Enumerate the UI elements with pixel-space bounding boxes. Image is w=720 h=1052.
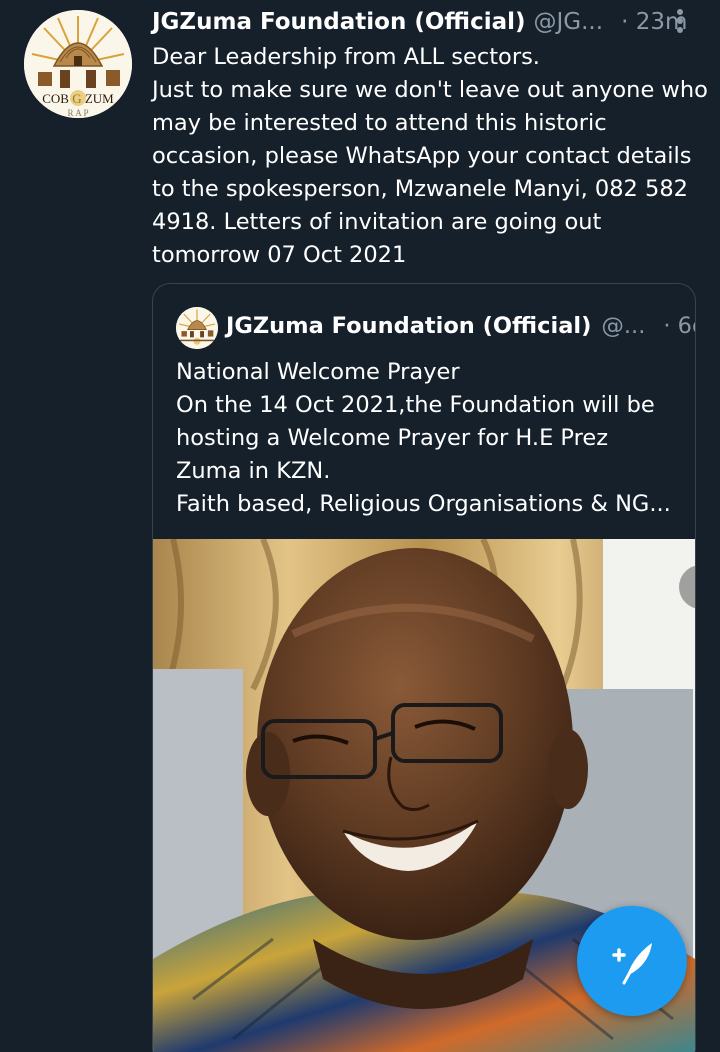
jgzuma-foundation-logo-icon: COB G ZUM R A P bbox=[24, 10, 132, 118]
quoted-tweet-header: JGZuma Foundation (Official) @... · 6d bbox=[226, 308, 695, 344]
tweet-text-line: occasion, please WhatsApp your contact d… bbox=[152, 143, 692, 169]
compose-tweet-button[interactable] bbox=[577, 906, 687, 1016]
tweet-text-line: tomorrow 07 Oct 2021 bbox=[152, 242, 407, 268]
quoted-text-line: Faith based, Religious Organisations & N… bbox=[176, 491, 671, 517]
author-name[interactable]: JGZuma Foundation (Official) bbox=[152, 9, 526, 35]
more-options-icon[interactable] bbox=[668, 6, 692, 38]
quoted-text-line: hosting a Welcome Prayer for H.E Prez bbox=[176, 425, 609, 451]
jgzuma-foundation-logo-icon bbox=[176, 307, 218, 349]
svg-text:R A P: R A P bbox=[67, 108, 88, 118]
quoted-text-line: Zuma in KZN. bbox=[176, 458, 331, 484]
tweet-text-line: may be interested to attend this histori… bbox=[152, 110, 607, 136]
quoted-tweet-text: National Welcome Prayer On the 14 Oct 20… bbox=[176, 356, 676, 521]
quoted-author-handle[interactable]: @... bbox=[601, 313, 645, 339]
timeline: COB G ZUM R A P JGZuma Foundation (Offic… bbox=[0, 0, 720, 1052]
tweet-text-line: to the spokesperson, Mzwanele Manyi, 082… bbox=[152, 176, 688, 202]
time-label: 6d bbox=[677, 313, 695, 339]
separator: · bbox=[621, 9, 629, 35]
tweet-text-line: Dear Leadership from ALL sectors. bbox=[152, 44, 540, 70]
compose-feather-icon bbox=[612, 943, 652, 985]
tweet-text: Dear Leadership from ALL sectors. Just t… bbox=[152, 41, 712, 272]
quoted-timestamp[interactable]: · 6d bbox=[663, 313, 695, 339]
tweet-text-line: 4918. Letters of invitation are going ou… bbox=[152, 209, 602, 235]
quoted-text-line: On the 14 Oct 2021,the Foundation will b… bbox=[176, 392, 655, 418]
avatar[interactable]: COB G ZUM R A P bbox=[24, 10, 132, 118]
author-handle[interactable]: @JG... bbox=[534, 9, 604, 35]
tweet-text-line: Just to make sure we don't leave out any… bbox=[152, 77, 708, 103]
tweet-header: JGZuma Foundation (Official) @JG... · 23… bbox=[152, 4, 697, 40]
separator: · bbox=[663, 313, 671, 339]
quoted-text-line: National Welcome Prayer bbox=[176, 359, 460, 385]
quoted-author-name[interactable]: JGZuma Foundation (Official) bbox=[226, 313, 591, 339]
quoted-avatar[interactable] bbox=[176, 307, 218, 349]
